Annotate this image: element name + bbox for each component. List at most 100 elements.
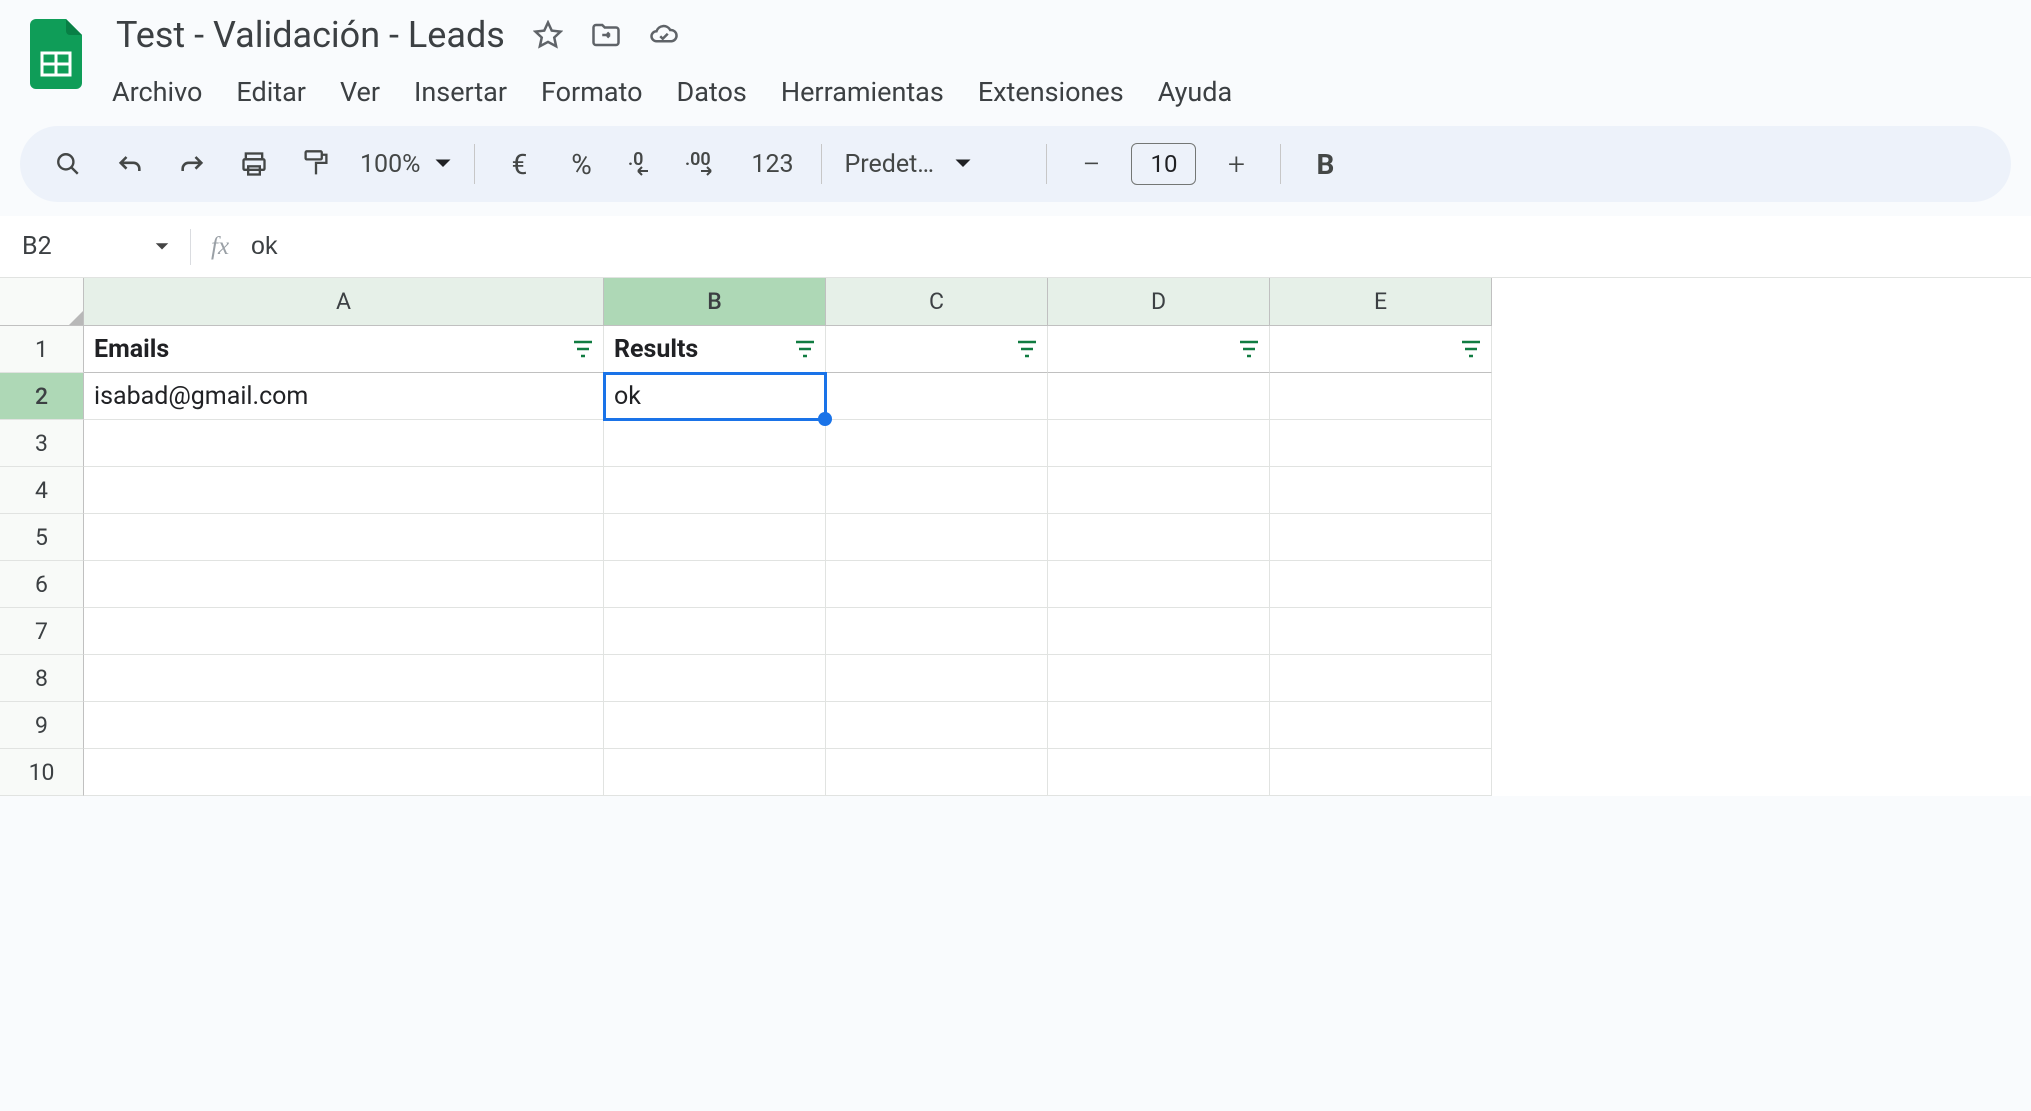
cell-D4[interactable]: [1048, 467, 1270, 514]
cell-E3[interactable]: [1270, 420, 1492, 467]
row-header-2[interactable]: 2: [0, 373, 84, 420]
cell-D3[interactable]: [1048, 420, 1270, 467]
cell-C5[interactable]: [826, 514, 1048, 561]
row-header-8[interactable]: 8: [0, 655, 84, 702]
cell-B7[interactable]: [604, 608, 826, 655]
percent-format-button[interactable]: %: [559, 142, 603, 186]
bold-button[interactable]: B: [1303, 142, 1347, 186]
document-title[interactable]: Test - Validación - Leads: [112, 12, 509, 58]
cell-B2[interactable]: ok: [604, 373, 826, 420]
row-header-6[interactable]: 6: [0, 561, 84, 608]
cell-E7[interactable]: [1270, 608, 1492, 655]
cell-A3[interactable]: [84, 420, 604, 467]
cell-A4[interactable]: [84, 467, 604, 514]
menu-extensiones[interactable]: Extensiones: [978, 76, 1124, 108]
cell-A2[interactable]: isabad@gmail.com: [84, 373, 604, 420]
row-header-1[interactable]: 1: [0, 326, 84, 373]
cell-B6[interactable]: [604, 561, 826, 608]
column-header-C[interactable]: C: [826, 278, 1048, 326]
filter-icon[interactable]: [1459, 337, 1483, 361]
increase-font-size-button[interactable]: +: [1214, 142, 1258, 186]
menu-herramientas[interactable]: Herramientas: [781, 76, 944, 108]
cell-D2[interactable]: [1048, 373, 1270, 420]
cell-E10[interactable]: [1270, 749, 1492, 796]
redo-icon[interactable]: [170, 142, 214, 186]
cell-C8[interactable]: [826, 655, 1048, 702]
filter-icon[interactable]: [793, 337, 817, 361]
row-header-3[interactable]: 3: [0, 420, 84, 467]
cell-D7[interactable]: [1048, 608, 1270, 655]
row-header-4[interactable]: 4: [0, 467, 84, 514]
menu-ayuda[interactable]: Ayuda: [1158, 76, 1233, 108]
filter-icon[interactable]: [1015, 337, 1039, 361]
star-icon[interactable]: [533, 20, 563, 50]
cell-A1[interactable]: Emails: [84, 326, 604, 373]
row-header-10[interactable]: 10: [0, 749, 84, 796]
cell-A10[interactable]: [84, 749, 604, 796]
cell-E4[interactable]: [1270, 467, 1492, 514]
move-to-folder-icon[interactable]: [591, 20, 621, 50]
menu-insertar[interactable]: Insertar: [414, 76, 507, 108]
selection-handle[interactable]: [818, 412, 832, 426]
formula-input[interactable]: [251, 232, 2031, 261]
chevron-down-icon[interactable]: [434, 158, 452, 170]
column-header-D[interactable]: D: [1048, 278, 1270, 326]
cell-E5[interactable]: [1270, 514, 1492, 561]
cell-D10[interactable]: [1048, 749, 1270, 796]
cell-C1[interactable]: [826, 326, 1048, 373]
name-box[interactable]: B2: [0, 232, 190, 261]
cell-D5[interactable]: [1048, 514, 1270, 561]
chevron-down-icon[interactable]: [154, 242, 170, 252]
cell-D8[interactable]: [1048, 655, 1270, 702]
column-header-B[interactable]: B: [604, 278, 826, 326]
row-header-7[interactable]: 7: [0, 608, 84, 655]
cell-B9[interactable]: [604, 702, 826, 749]
cell-D6[interactable]: [1048, 561, 1270, 608]
cell-D9[interactable]: [1048, 702, 1270, 749]
cell-E6[interactable]: [1270, 561, 1492, 608]
zoom-level[interactable]: 100%: [360, 150, 420, 179]
cell-A7[interactable]: [84, 608, 604, 655]
cell-B5[interactable]: [604, 514, 826, 561]
currency-format-button[interactable]: €: [497, 142, 541, 186]
cell-C3[interactable]: [826, 420, 1048, 467]
cell-C6[interactable]: [826, 561, 1048, 608]
menu-editar[interactable]: Editar: [236, 76, 306, 108]
number-format-button[interactable]: 123: [745, 142, 799, 186]
cell-B3[interactable]: [604, 420, 826, 467]
select-all-corner[interactable]: [0, 278, 84, 326]
cell-E8[interactable]: [1270, 655, 1492, 702]
cell-E1[interactable]: [1270, 326, 1492, 373]
column-header-E[interactable]: E: [1270, 278, 1492, 326]
cell-E9[interactable]: [1270, 702, 1492, 749]
search-icon[interactable]: [46, 142, 90, 186]
cell-B1[interactable]: Results: [604, 326, 826, 373]
menu-datos[interactable]: Datos: [677, 76, 747, 108]
cell-A6[interactable]: [84, 561, 604, 608]
column-header-A[interactable]: A: [84, 278, 604, 326]
cell-C4[interactable]: [826, 467, 1048, 514]
cell-D1[interactable]: [1048, 326, 1270, 373]
print-icon[interactable]: [232, 142, 276, 186]
cell-E2[interactable]: [1270, 373, 1492, 420]
filter-icon[interactable]: [571, 337, 595, 361]
cloud-saved-icon[interactable]: [649, 20, 679, 50]
cell-C7[interactable]: [826, 608, 1048, 655]
paint-format-icon[interactable]: [294, 142, 338, 186]
menu-archivo[interactable]: Archivo: [112, 76, 202, 108]
cell-A9[interactable]: [84, 702, 604, 749]
spreadsheet-grid[interactable]: A B C D E 1 Emails Results: [0, 278, 2031, 796]
cell-B8[interactable]: [604, 655, 826, 702]
menu-formato[interactable]: Formato: [541, 76, 643, 108]
cell-C9[interactable]: [826, 702, 1048, 749]
chevron-down-icon[interactable]: [954, 158, 972, 170]
cell-B4[interactable]: [604, 467, 826, 514]
cell-A5[interactable]: [84, 514, 604, 561]
cell-B10[interactable]: [604, 749, 826, 796]
menu-ver[interactable]: Ver: [340, 76, 380, 108]
cell-A8[interactable]: [84, 655, 604, 702]
filter-icon[interactable]: [1237, 337, 1261, 361]
decrease-font-size-button[interactable]: −: [1069, 142, 1113, 186]
cell-C10[interactable]: [826, 749, 1048, 796]
row-header-9[interactable]: 9: [0, 702, 84, 749]
